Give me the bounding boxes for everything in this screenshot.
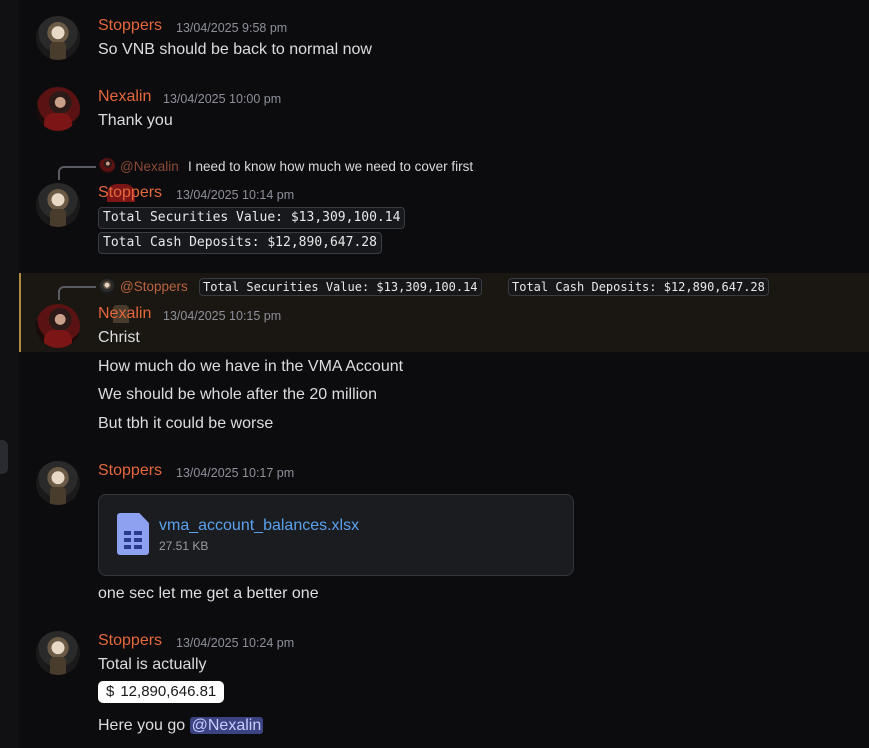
reply-connector xyxy=(58,166,96,180)
amount-value: 12,890,646.81 xyxy=(120,683,217,700)
inline-code: Total Cash Deposits: $12,890,647.28 xyxy=(98,232,382,254)
message-text: Christ xyxy=(98,329,140,346)
avatar[interactable] xyxy=(36,16,80,60)
reply-author[interactable]: @Stoppers xyxy=(120,279,188,294)
reply-avatar xyxy=(99,279,129,323)
timestamp: 13/04/2025 10:24 pm xyxy=(176,636,295,650)
file-attachment[interactable]: vma_account_balances.xlsx 27.51 KB xyxy=(98,494,574,576)
final-text: Here you go xyxy=(98,717,186,734)
reply-avatar xyxy=(99,158,135,202)
timestamp: 13/04/2025 10:14 pm xyxy=(176,188,295,202)
message-text: How much do we have in the VMA Account xyxy=(98,358,404,375)
message-text: Here you go @Nexalin xyxy=(98,717,264,735)
avatar[interactable] xyxy=(36,631,80,675)
author-name[interactable]: Stoppers xyxy=(98,17,162,35)
reply-author[interactable]: @Nexalin xyxy=(120,159,179,174)
reply-connector xyxy=(58,286,96,300)
message-text: Thank you xyxy=(98,112,173,129)
user-mention[interactable]: @Nexalin xyxy=(189,717,264,734)
left-panel-edge xyxy=(0,0,19,748)
author-name[interactable]: Stoppers xyxy=(98,462,162,480)
avatar[interactable] xyxy=(36,304,80,348)
avatar[interactable] xyxy=(36,461,80,505)
avatar[interactable] xyxy=(36,183,80,227)
timestamp: 13/04/2025 10:00 pm xyxy=(163,92,282,106)
author-name[interactable]: Stoppers xyxy=(98,632,162,650)
currency-symbol: $ xyxy=(106,683,115,700)
timestamp: 13/04/2025 10:17 pm xyxy=(176,466,295,480)
avatar[interactable] xyxy=(36,87,80,131)
timestamp: 13/04/2025 9:58 pm xyxy=(176,21,288,35)
author-name[interactable]: Nexalin xyxy=(98,88,151,106)
file-name-link[interactable]: vma_account_balances.xlsx xyxy=(159,517,359,535)
reply-preview-text[interactable]: I need to know how much we need to cover… xyxy=(188,159,473,174)
message-text: Total is actually xyxy=(98,656,207,673)
message-text: We should be whole after the 20 million xyxy=(98,386,377,403)
spreadsheet-icon xyxy=(117,513,149,555)
message-text: But tbh it could be worse xyxy=(98,415,274,432)
inline-code: Total Securities Value: $13,309,100.14 xyxy=(98,207,406,229)
message-text: So VNB should be back to normal now xyxy=(98,41,372,58)
amount-pill: $12,890,646.81 xyxy=(98,681,225,703)
reply-inline-code[interactable]: Total Securities Value: $13,309,100.14 xyxy=(199,278,482,296)
author-name[interactable]: Nexalin xyxy=(98,305,151,323)
reply-inline-code[interactable]: Total Cash Deposits: $12,890,647.28 xyxy=(508,278,769,296)
message-text: one sec let me get a better one xyxy=(98,585,319,602)
timestamp: 13/04/2025 10:15 pm xyxy=(163,309,282,323)
panel-collapse-handle[interactable] xyxy=(0,440,8,474)
file-size: 27.51 KB xyxy=(159,539,209,553)
author-name[interactable]: Stoppers xyxy=(98,184,162,202)
